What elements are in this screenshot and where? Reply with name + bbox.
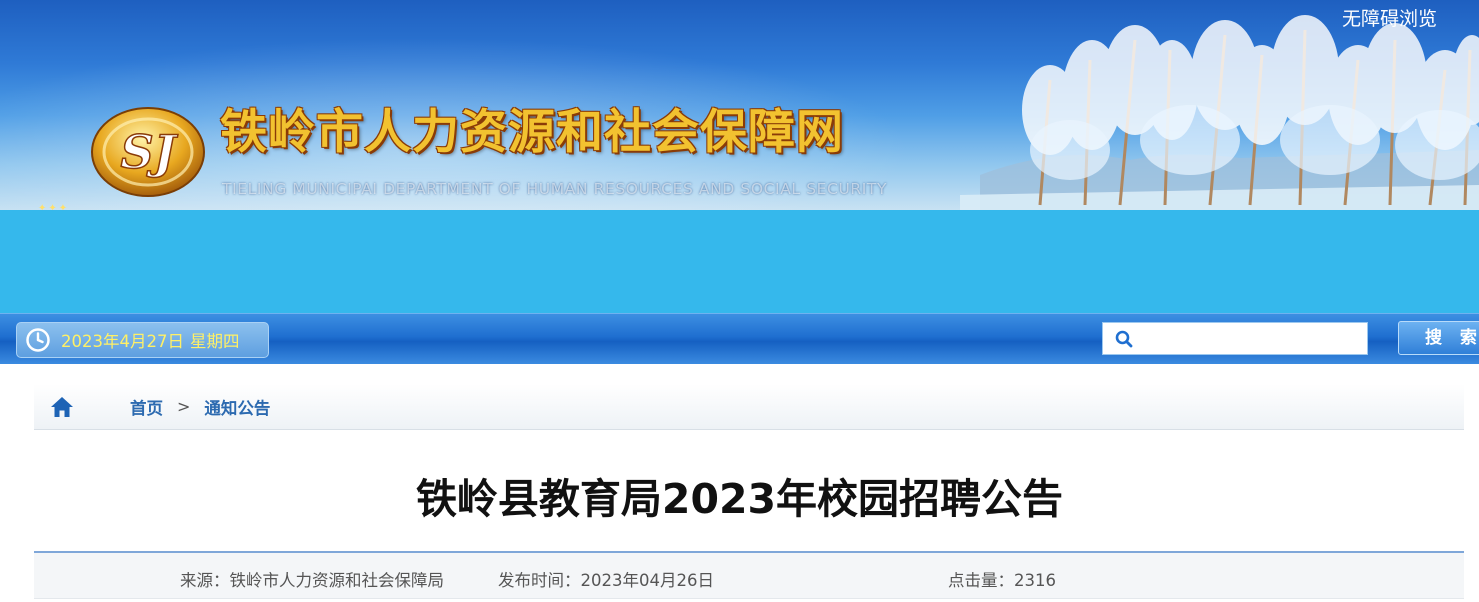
current-date: 2023年4月27日 <box>61 332 184 351</box>
search-input[interactable] <box>1141 324 1351 353</box>
nav-bar: 2023年4月27日 星期四 搜 索 <box>0 313 1479 364</box>
home-icon[interactable] <box>50 396 74 418</box>
accessibility-link[interactable]: 无障碍浏览 <box>1342 4 1437 31</box>
site-title: 铁岭市人力资源和社会保障网 <box>220 105 844 160</box>
article-source: 来源：铁岭市人力资源和社会保障局 <box>180 571 444 590</box>
header-band <box>0 210 1479 313</box>
site-subtitle: TIELING MUNICIPAI DEPARTMENT OF HUMAN RE… <box>222 180 888 198</box>
date-display: 2023年4月27日 星期四 <box>16 322 269 358</box>
breadcrumb-current-link[interactable]: 通知公告 <box>204 395 270 419</box>
breadcrumb-home-link[interactable]: 首页 <box>130 395 163 419</box>
current-weekday: 星期四 <box>190 332 240 351</box>
article-meta-bar: 来源：铁岭市人力资源和社会保障局 发布时间：2023年04月26日 点击量：23… <box>34 551 1464 599</box>
logo-letters: SJ <box>121 125 179 179</box>
site-header-banner: 无障碍浏览 SJ 铁岭市人力资源和社会保障网 TIELING MUNICIPAI… <box>0 0 1479 210</box>
search-icon <box>1115 330 1133 347</box>
date-text: 2023年4月27日 星期四 <box>61 328 246 352</box>
article-publish-time: 发布时间：2023年04月26日 <box>498 571 714 590</box>
article-hit-count: 点击量：2316 <box>948 571 1056 590</box>
sj-emblem-icon: SJ <box>91 107 205 197</box>
breadcrumb: 首页 > 通知公告 <box>34 384 1464 430</box>
search-button[interactable]: 搜 索 <box>1398 321 1479 355</box>
clock-icon <box>26 328 50 352</box>
breadcrumb-separator: > <box>177 397 191 416</box>
search-field[interactable] <box>1102 322 1368 355</box>
sparkle-decoration: ✦✦✦ <box>38 203 70 210</box>
article-title: 铁岭县教育局2023年校园招聘公告 <box>415 475 1064 523</box>
